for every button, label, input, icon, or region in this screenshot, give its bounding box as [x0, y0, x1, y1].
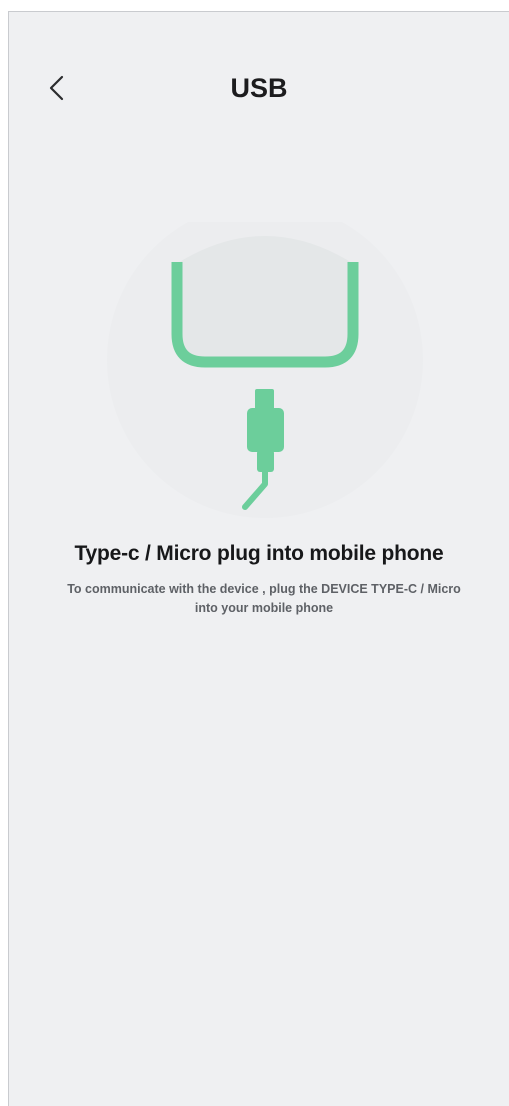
headline: Type-c / Micro plug into mobile phone [74, 542, 444, 565]
device-body [173, 236, 357, 366]
plug-body [247, 408, 284, 452]
usb-device-plug-icon [107, 222, 423, 518]
usb-screen: USB Type-c / Micro plug into mobile phon… [8, 11, 509, 1106]
page-title: USB [230, 73, 288, 103]
description: To communicate with the device , plug th… [67, 582, 461, 615]
plug-tip [255, 389, 274, 411]
